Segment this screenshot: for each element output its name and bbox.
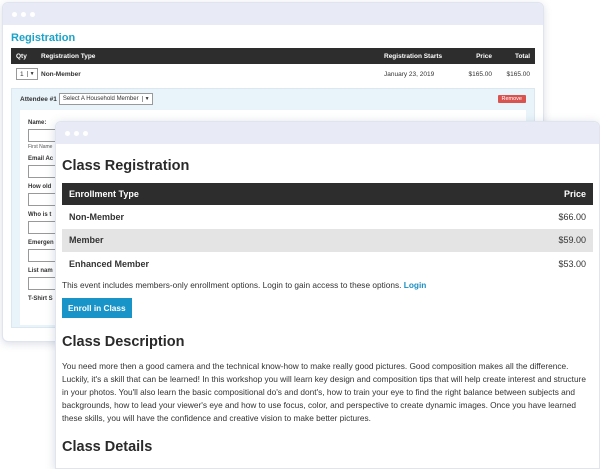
table-row: Non-Member $66.00 [62,205,593,229]
window-dot-icon [83,130,88,136]
window-dot-icon [65,130,70,136]
members-notice-text: This event includes members-only enrollm… [62,279,402,290]
window-titlebar [3,3,543,25]
col-registration-type: Registration Type [41,52,96,60]
members-notice: This event includes members-only enrollm… [62,280,593,290]
class-registration-window: Class Registration Enrollment Type Price… [55,121,600,469]
qty-select[interactable]: 1 ▼ [16,68,38,80]
enrollment-price: $66.00 [558,211,586,222]
table-row: Enhanced Member $53.00 [62,252,593,276]
col-qty: Qty [16,52,27,60]
registration-table-header: Qty Registration Type Registration Start… [11,48,535,64]
enrollment-price: $59.00 [558,235,586,246]
enrollment-table-header: Enrollment Type Price [62,183,593,205]
col-price: Price [476,52,492,60]
chevron-down-icon: ▼ [26,71,37,77]
household-select-value: Select A Household Member [62,96,139,102]
window-dot-icon [30,11,35,17]
total-value: $165.00 [506,70,531,78]
class-details-title: Class Details [62,438,153,455]
enroll-in-class-button[interactable]: Enroll in Class [62,297,132,318]
window-dot-icon [74,130,79,136]
remove-attendee-button[interactable]: Remove [497,95,526,103]
registration-title: Registration [11,32,76,44]
enrollment-price: $53.00 [558,258,586,269]
attendee-label: Attendee #1 [20,95,57,103]
enrollment-table: Enrollment Type Price Non-Member $66.00 … [62,183,593,276]
registration-row: 1 ▼ Non-Member January 23, 2019 $165.00 … [11,64,535,84]
enrollment-type: Enhanced Member [69,258,150,269]
col-registration-starts: Registration Starts [384,52,443,60]
login-link[interactable]: Login [404,280,427,290]
window-dot-icon [12,11,17,17]
table-row: Member $59.00 [62,228,593,252]
qty-value: 1 [20,70,24,78]
chevron-down-icon: ▼ [141,96,152,102]
window-titlebar [56,122,599,144]
registration-starts-value: January 23, 2019 [384,70,435,78]
price-value: $165.00 [468,70,493,78]
enrollment-type: Member [69,235,104,246]
class-description-text: You need more then a good camera and the… [62,360,586,423]
household-member-select[interactable]: Select A Household Member ▼ [58,93,153,105]
registration-type-value: Non-Member [41,70,81,78]
col-price: Price [563,189,586,199]
enrollment-type: Non-Member [69,211,125,222]
class-description-title: Class Description [62,333,185,350]
window-dot-icon [21,11,26,17]
col-enrollment-type: Enrollment Type [69,189,139,199]
col-total: Total [514,52,530,60]
class-registration-title: Class Registration [62,158,190,174]
